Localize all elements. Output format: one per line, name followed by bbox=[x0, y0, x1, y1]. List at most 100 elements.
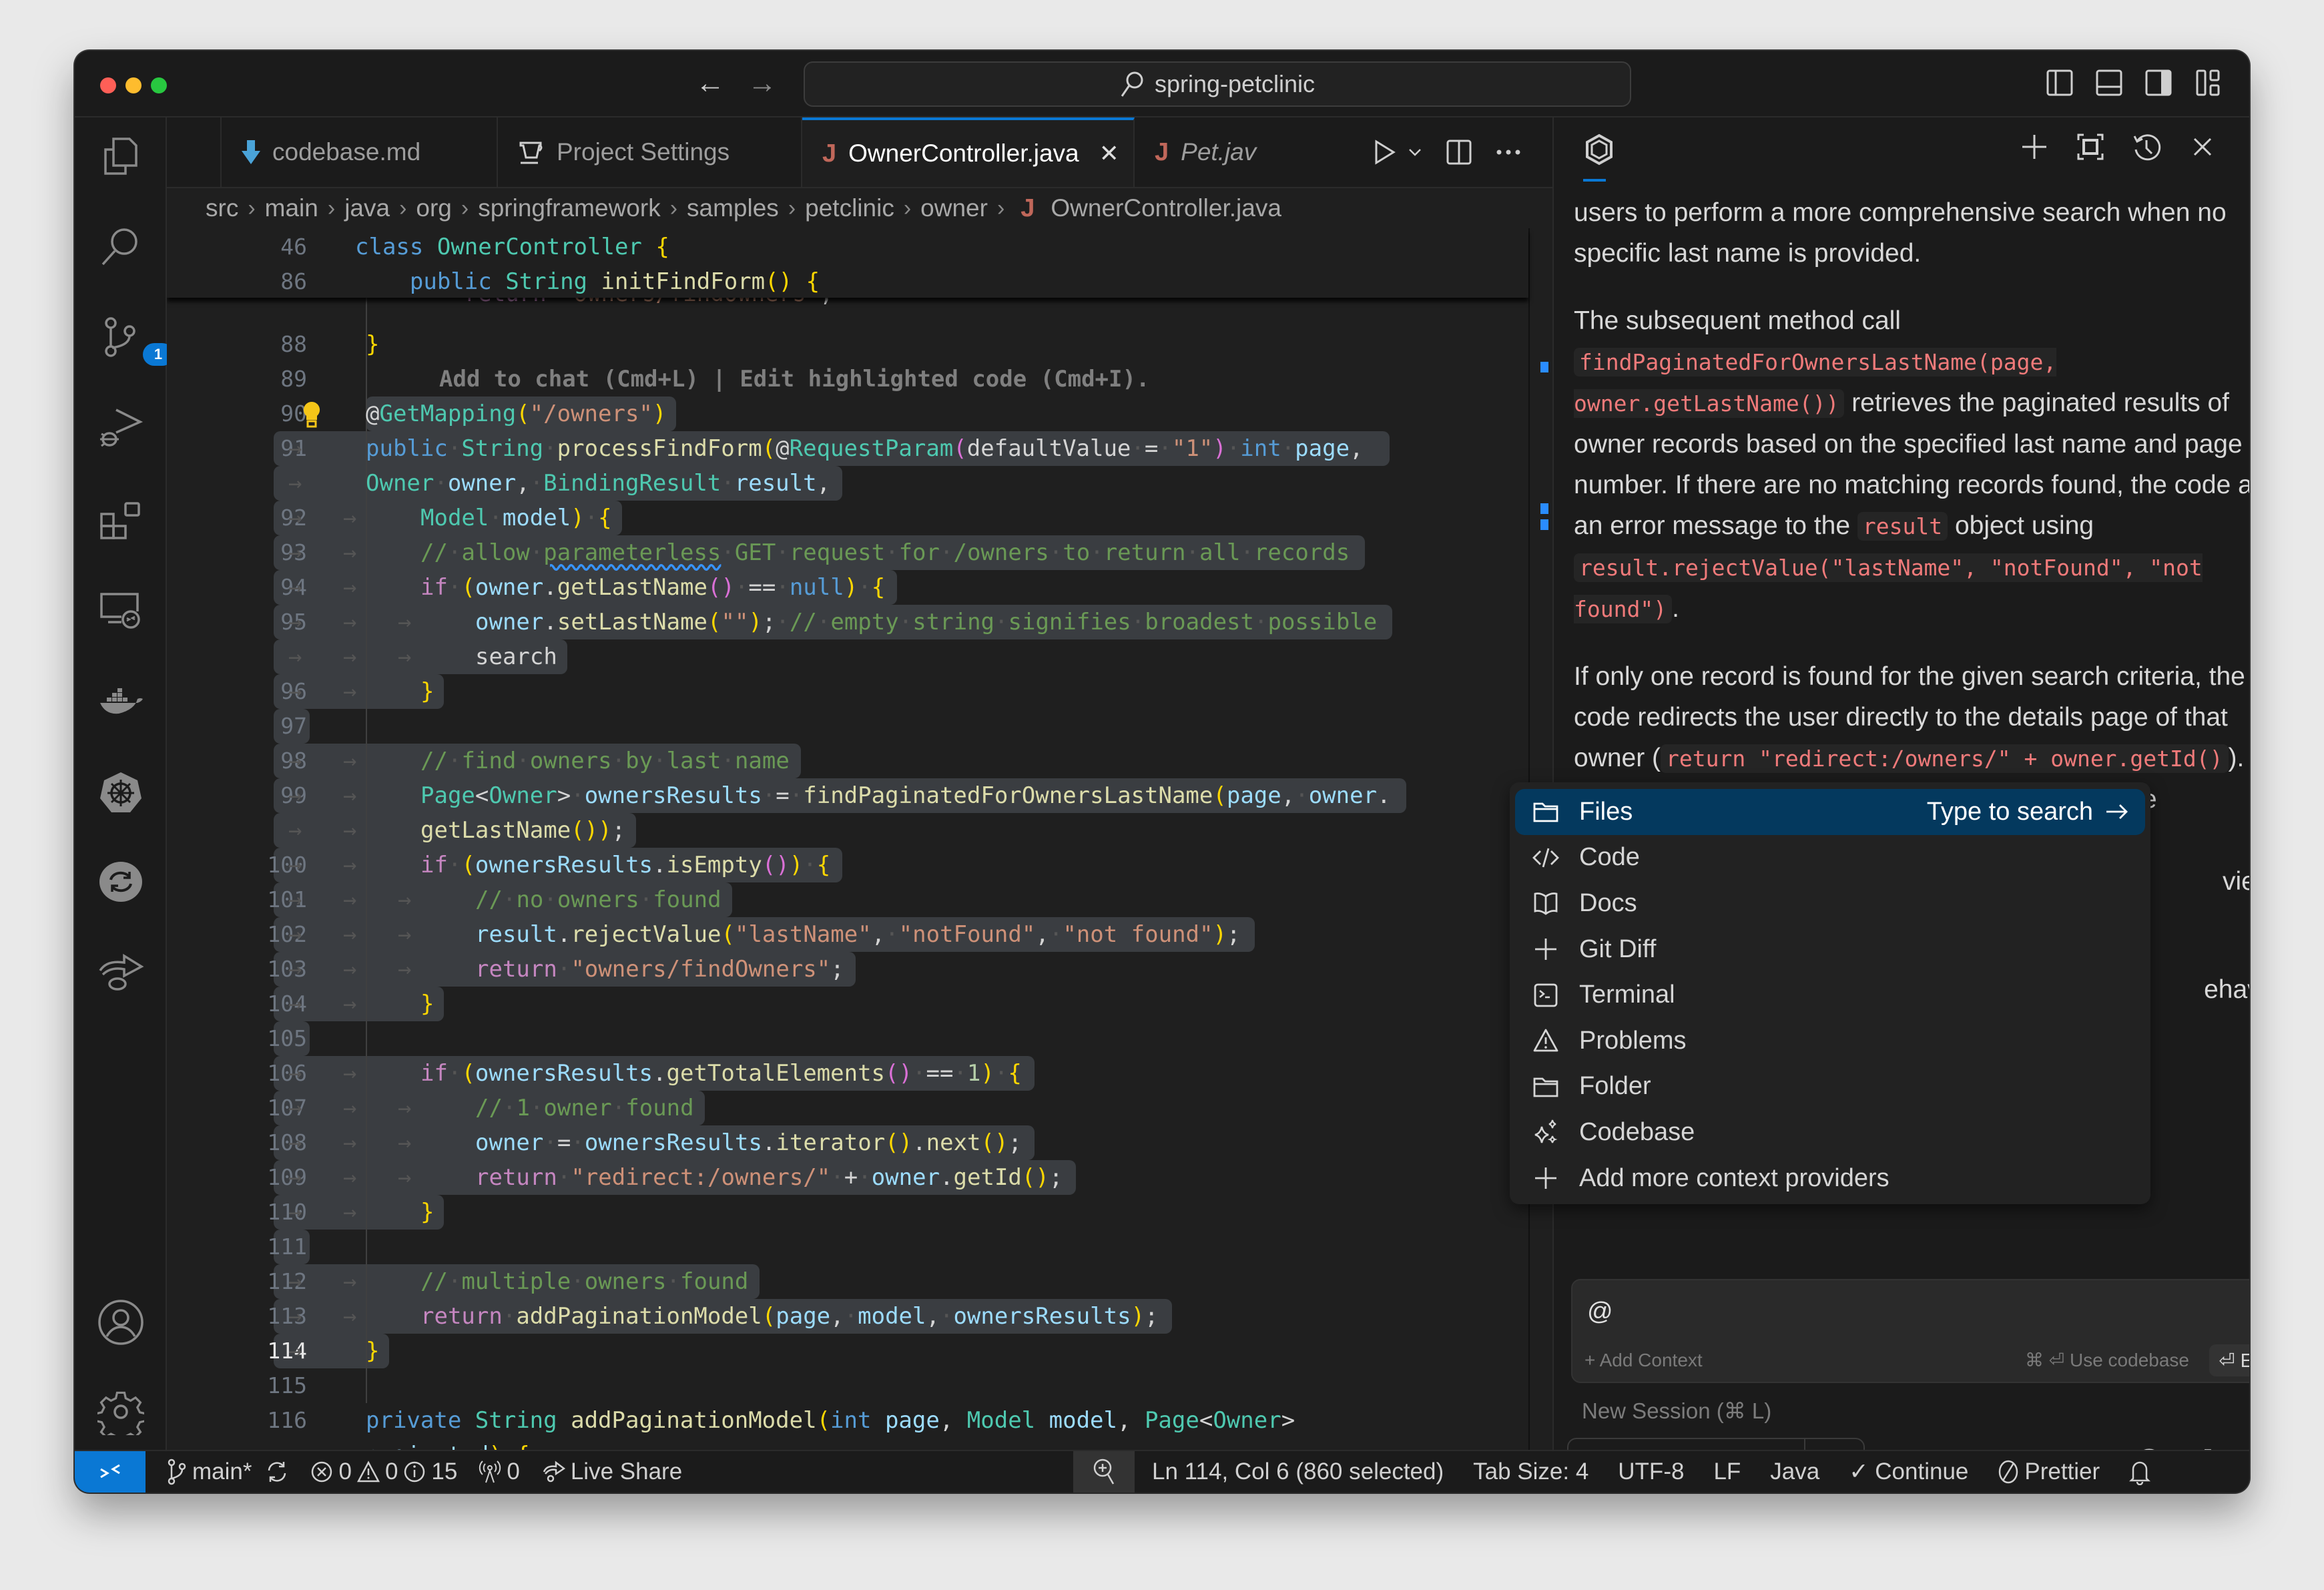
close-icon[interactable] bbox=[2188, 132, 2217, 162]
code-line[interactable]: result.rejectValue("lastName",·"notFound… bbox=[475, 917, 1240, 952]
tab-project-settings[interactable]: Project Settings bbox=[498, 117, 802, 187]
tab-codebase-md[interactable]: codebase.md bbox=[222, 117, 498, 187]
plus-icon[interactable] bbox=[2020, 132, 2049, 162]
sync-icon[interactable] bbox=[265, 1460, 289, 1484]
docker-icon[interactable] bbox=[97, 678, 144, 725]
more-actions-icon[interactable] bbox=[1495, 148, 1522, 156]
remote-indicator[interactable] bbox=[75, 1451, 146, 1493]
branch-status[interactable]: main* bbox=[167, 1459, 289, 1485]
sticky-code-line[interactable]: public String initFindForm() { bbox=[355, 264, 820, 299]
breadcrumb-item[interactable]: OwnerController.java bbox=[1051, 194, 1281, 222]
code-line[interactable]: } bbox=[420, 987, 434, 1021]
code-line[interactable]: search bbox=[475, 639, 557, 674]
close-tab-icon[interactable]: ✕ bbox=[1099, 140, 1119, 168]
code-line[interactable]: } bbox=[420, 1195, 434, 1230]
breadcrumb-item[interactable]: org bbox=[416, 194, 451, 222]
ports-status[interactable]: 0 bbox=[479, 1459, 520, 1485]
zoom-window-button[interactable] bbox=[151, 77, 167, 93]
context-menu-item-code[interactable]: Code bbox=[1515, 835, 2145, 881]
search-icon[interactable] bbox=[97, 223, 144, 270]
context-menu-item-terminal[interactable]: Terminal bbox=[1515, 972, 2145, 1018]
context-menu-item-files[interactable]: Files Type to search bbox=[1515, 789, 2145, 835]
code-line[interactable]: Page<Owner>·ownersResults·=·findPaginate… bbox=[420, 778, 1391, 813]
toggle-primary-sidebar-icon[interactable] bbox=[2045, 68, 2074, 97]
code-line[interactable]: //·1·owner·found bbox=[475, 1091, 694, 1125]
prettier-status[interactable]: Prettier bbox=[1998, 1459, 2100, 1485]
encoding[interactable]: UTF-8 bbox=[1618, 1459, 1684, 1485]
run-icon[interactable] bbox=[1374, 139, 1396, 166]
enter-button[interactable]: ⏎ Enter bbox=[2209, 1344, 2249, 1376]
breadcrumb-item[interactable]: samples bbox=[687, 194, 779, 222]
code-line[interactable]: @GetMapping("/owners") bbox=[366, 396, 666, 431]
code-line[interactable]: //·no·owners·found bbox=[475, 882, 721, 917]
code-line[interactable]: return·"owners/findOwners"; bbox=[475, 952, 844, 987]
command-center-search[interactable]: spring-petclinic bbox=[804, 61, 1631, 107]
breadcrumb-item[interactable]: main bbox=[265, 194, 318, 222]
context-menu-item-git-diff[interactable]: Git Diff bbox=[1515, 926, 2145, 973]
account-icon[interactable] bbox=[97, 1299, 144, 1346]
maximize-icon[interactable] bbox=[2076, 132, 2105, 162]
code-line[interactable]: //·multiple·owners·found bbox=[420, 1264, 748, 1299]
lightbulb-icon[interactable] bbox=[302, 401, 322, 429]
run-debug-icon[interactable] bbox=[97, 406, 144, 453]
files-icon[interactable] bbox=[97, 132, 144, 179]
tab-owner-controller[interactable]: J OwnerController.java ✕ bbox=[802, 117, 1135, 187]
language-mode[interactable]: Java bbox=[1770, 1459, 1819, 1485]
code-line[interactable]: private String addPaginationModel(int pa… bbox=[366, 1403, 1295, 1438]
context-menu-item-codebase[interactable]: Codebase bbox=[1515, 1109, 2145, 1155]
extensions-icon[interactable] bbox=[97, 497, 144, 543]
gear-icon[interactable] bbox=[97, 1388, 144, 1435]
code-line[interactable]: if·(ownersResults.getTotalElements()·==·… bbox=[420, 1056, 1022, 1091]
code-line[interactable]: owner.setLastName("");·//·empty·string·s… bbox=[475, 605, 1377, 639]
context-menu-item-folder[interactable]: Folder bbox=[1515, 1064, 2145, 1110]
sync-icon[interactable] bbox=[97, 858, 144, 905]
code-line[interactable]: } bbox=[366, 1334, 379, 1368]
code-line[interactable]: //·allow·parameterless·GET·request·for·/… bbox=[420, 535, 1350, 570]
code-line[interactable]: public·String·processFindForm(@RequestPa… bbox=[366, 431, 1364, 466]
breadcrumb-item[interactable]: java bbox=[344, 194, 390, 222]
chat-input[interactable]: @ + Add Context ⌘ ⏎ Use codebase ⏎ Enter bbox=[1571, 1279, 2249, 1383]
code-line[interactable]: getLastName()); bbox=[420, 813, 625, 848]
chevron-down-icon[interactable] bbox=[1407, 146, 1423, 159]
breadcrumb-item[interactable]: petclinic bbox=[805, 194, 894, 222]
breadcrumb-item[interactable]: owner bbox=[920, 194, 988, 222]
code-line[interactable]: } bbox=[366, 327, 379, 362]
back-arrow-icon[interactable]: ← bbox=[695, 67, 725, 100]
chat-input-value[interactable]: @ bbox=[1587, 1298, 1613, 1326]
toggle-secondary-sidebar-icon[interactable] bbox=[2144, 68, 2173, 97]
breadcrumb-item[interactable]: springframework bbox=[478, 194, 660, 222]
code-line[interactable]: } bbox=[420, 674, 434, 709]
context-menu-item-docs[interactable]: Docs bbox=[1515, 880, 2145, 926]
end-of-line[interactable]: LF bbox=[1713, 1459, 1741, 1485]
code-line[interactable]: owner·=·ownersResults.iterator().next(); bbox=[475, 1125, 1022, 1160]
new-session-link[interactable]: New Session (⌘ L) bbox=[1582, 1398, 1771, 1424]
tab-size[interactable]: Tab Size: 4 bbox=[1473, 1459, 1588, 1485]
code-line[interactable]: Owner·owner,·BindingResult·result, bbox=[366, 466, 830, 501]
sticky-code-line[interactable]: class OwnerController { bbox=[355, 230, 669, 264]
add-context-button[interactable]: + Add Context bbox=[1584, 1350, 1703, 1371]
customize-layout-icon[interactable] bbox=[2193, 68, 2223, 97]
code-line[interactable]: return·addPaginationModel(page,·model,·o… bbox=[420, 1299, 1159, 1334]
forward-arrow-icon[interactable]: → bbox=[748, 67, 777, 100]
live-share-icon[interactable] bbox=[97, 949, 144, 996]
minimize-window-button[interactable] bbox=[125, 77, 141, 93]
cursor-position[interactable]: Ln 114, Col 6 (860 selected) bbox=[1152, 1459, 1444, 1485]
code-line[interactable]: return·"redirect:/owners/"·+·owner.getId… bbox=[475, 1160, 1063, 1195]
tab-pet-java[interactable]: J Pet.jav bbox=[1135, 117, 1295, 187]
zoom-in-icon[interactable] bbox=[1073, 1451, 1135, 1493]
code-line[interactable]: Model·model)·{ bbox=[420, 501, 612, 535]
code-line[interactable]: //·find·owners·by·last·name bbox=[420, 744, 790, 778]
sticky-scroll[interactable]: 46 class OwnerController {86 public Strin… bbox=[167, 228, 1528, 298]
live-share-status[interactable]: Live Share bbox=[541, 1459, 682, 1485]
remote-explorer-icon[interactable] bbox=[97, 587, 144, 634]
context-menu-item-add-more-context-providers[interactable]: Add more context providers bbox=[1515, 1155, 2145, 1202]
problems-status[interactable]: 0 0 15 bbox=[310, 1459, 457, 1485]
close-window-button[interactable] bbox=[100, 77, 116, 93]
context-menu-item-problems[interactable]: Problems bbox=[1515, 1018, 2145, 1064]
history-icon[interactable] bbox=[2132, 132, 2161, 162]
continue-status[interactable]: ✓ Continue bbox=[1849, 1459, 1968, 1485]
breadcrumb-item[interactable]: src bbox=[206, 194, 238, 222]
continue-logo-icon[interactable] bbox=[1583, 134, 1615, 166]
use-codebase-button[interactable]: ⌘ ⏎ Use codebase bbox=[2025, 1349, 2189, 1371]
source-control-icon[interactable]: 1 bbox=[97, 315, 174, 366]
